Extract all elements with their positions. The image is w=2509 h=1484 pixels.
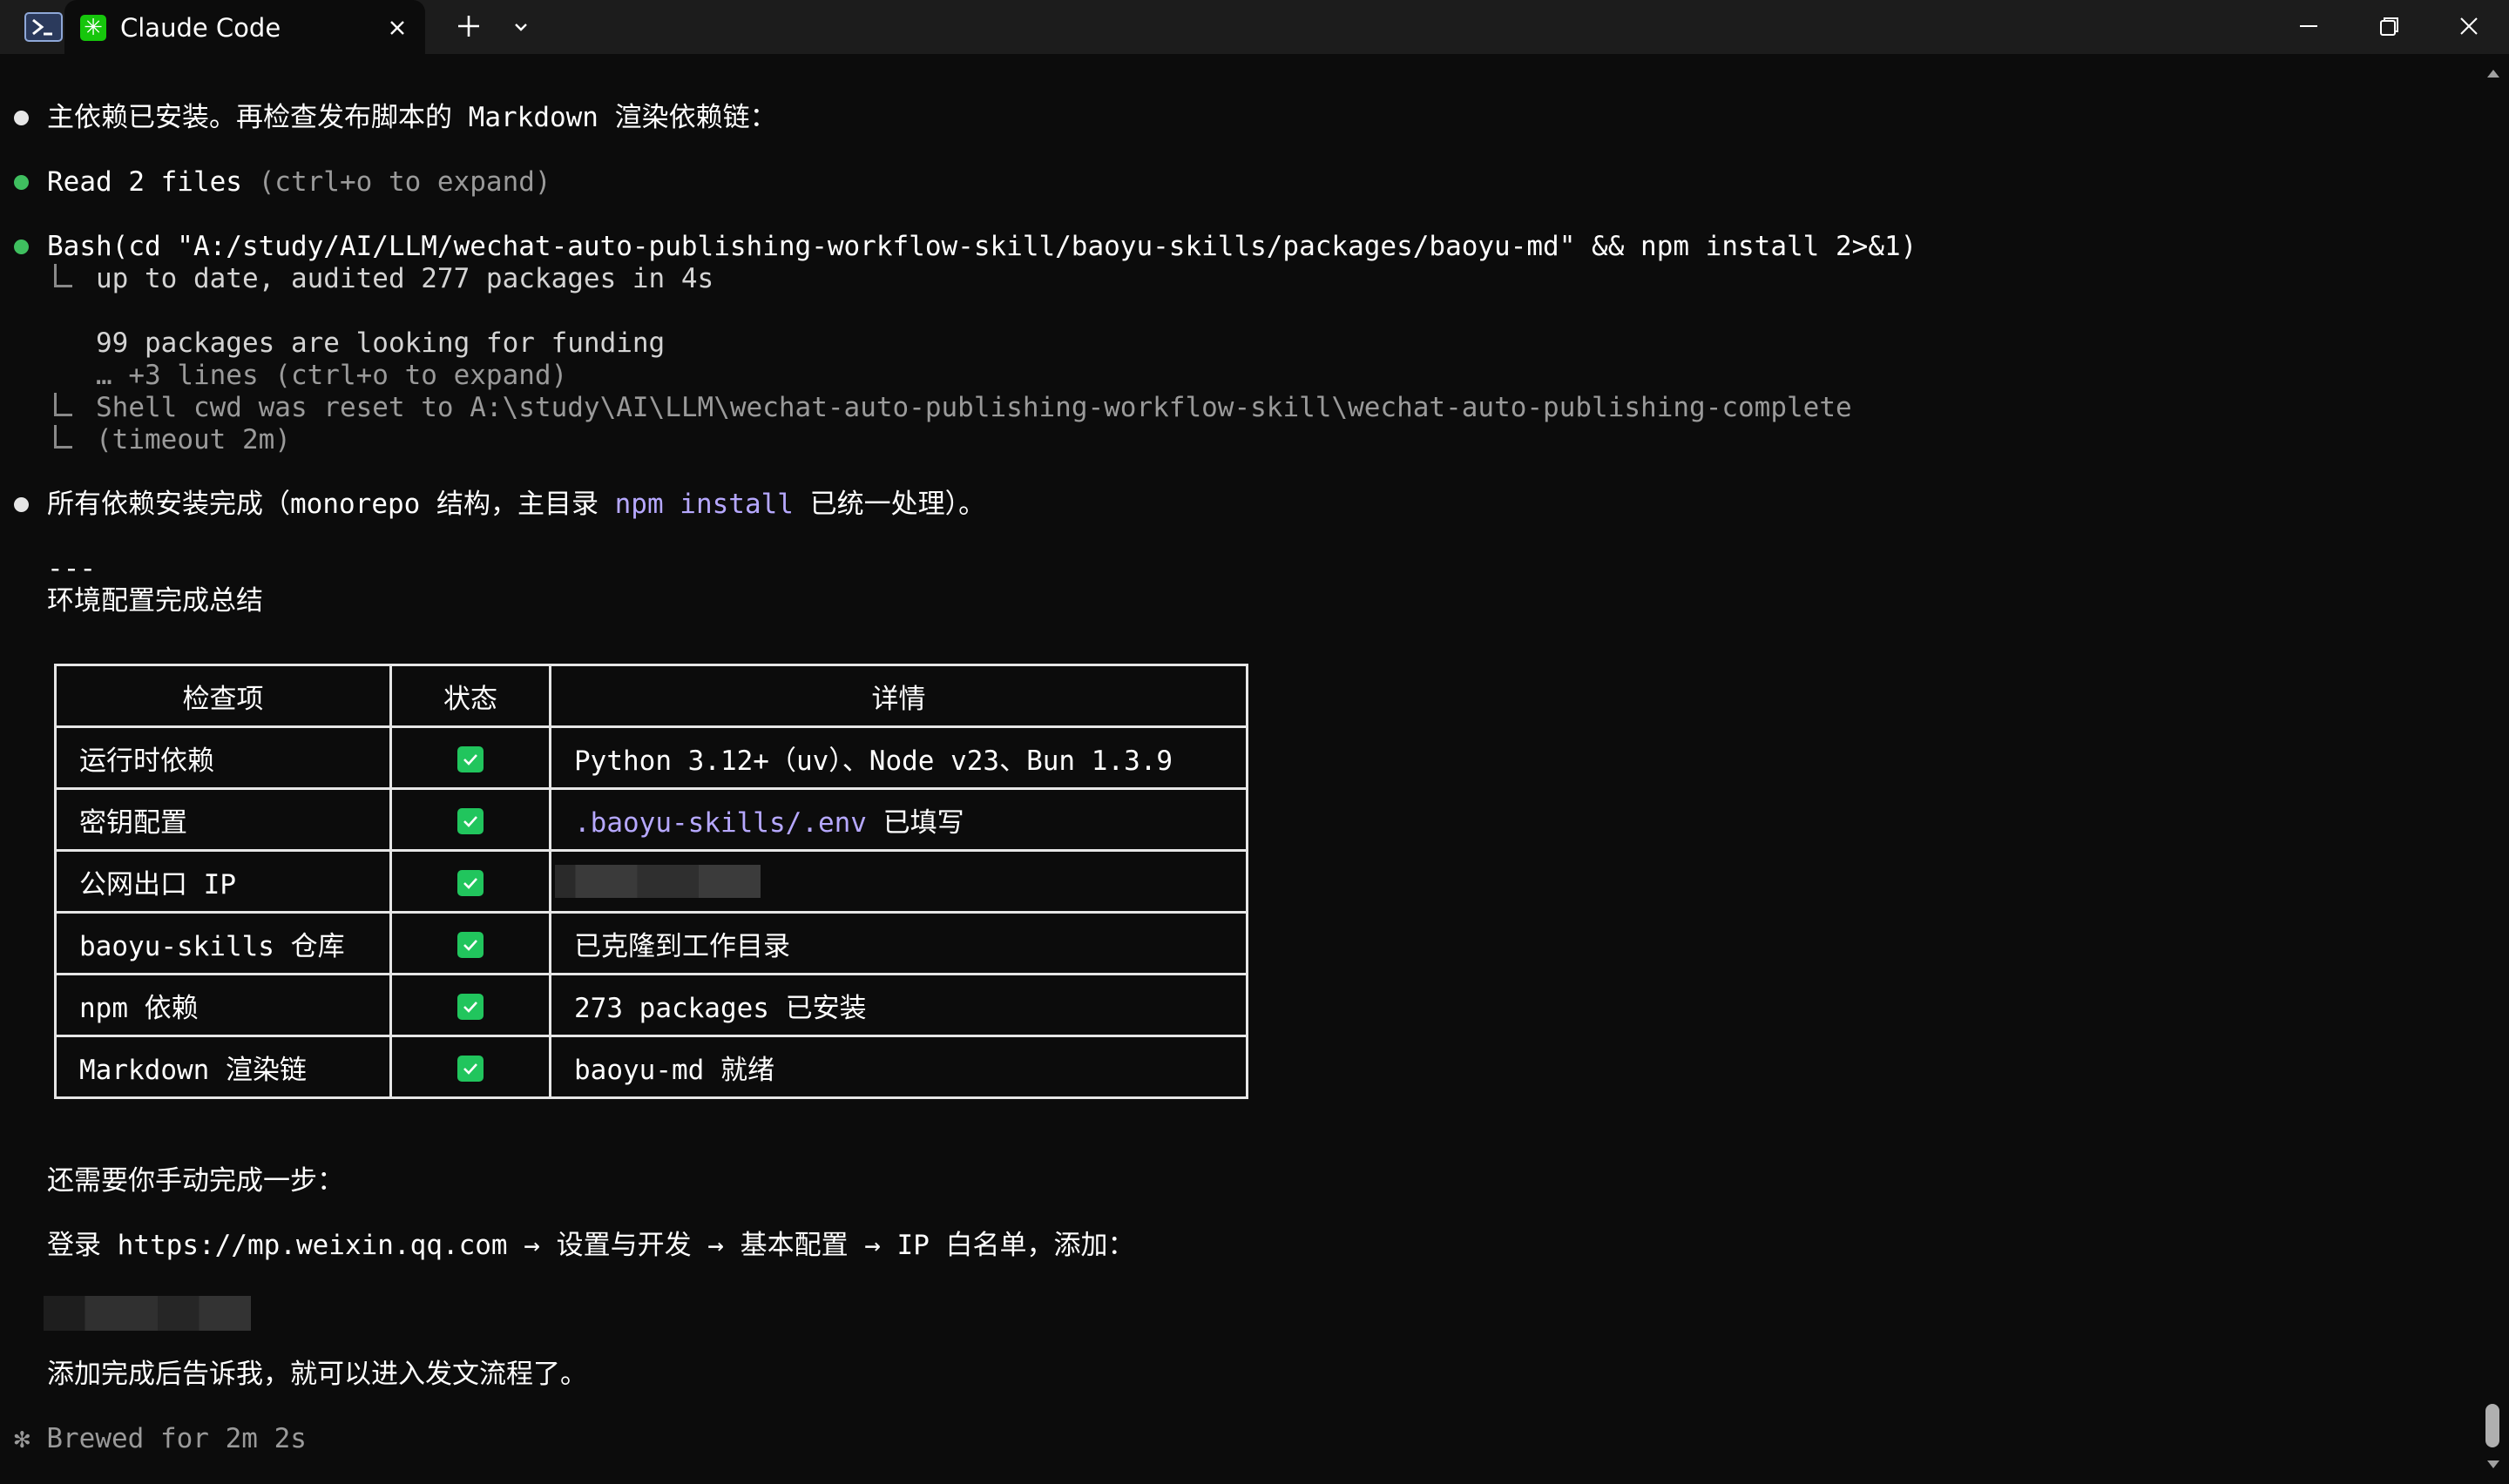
status-line: ✻ Brewed for 2m 2s xyxy=(14,1423,307,1454)
column-header: 详情 xyxy=(549,664,1248,728)
table-cell: .baoyu-skills/.env 已填写 xyxy=(549,787,1248,852)
table-row: baoyu-skills 仓库 已克隆到工作目录 xyxy=(54,911,1248,975)
minimize-button[interactable] xyxy=(2284,9,2333,44)
table-cell: Python 3.12+（uv）、Node v23、Bun 1.3.9 xyxy=(549,725,1248,790)
column-header: 检查项 xyxy=(54,664,392,728)
tab-title: Claude Code xyxy=(120,13,281,43)
message-text: 已统一处理）。 xyxy=(793,489,986,520)
bullet-icon xyxy=(14,175,29,190)
table-row: 密钥配置 .baoyu-skills/.env 已填写 xyxy=(54,787,1248,852)
check-icon xyxy=(457,745,484,772)
check-icon xyxy=(457,869,484,896)
tab-dropdown-button[interactable] xyxy=(504,12,538,42)
table-cell: 密钥配置 xyxy=(54,787,392,852)
bash-output: Shell cwd was reset to A:\study\AI\LLM\w… xyxy=(96,392,1852,423)
bullet-icon xyxy=(14,239,29,254)
scroll-down-icon[interactable] xyxy=(2483,1456,2504,1474)
horizontal-rule: --- xyxy=(47,553,96,584)
plus-icon xyxy=(458,16,479,37)
table-cell: 公网出口 IP xyxy=(54,849,392,914)
tree-connector xyxy=(54,393,72,416)
title-bar: ✳ Claude Code xyxy=(0,0,2509,54)
redacted-ip xyxy=(555,865,761,899)
cell-text: 已填写 xyxy=(866,806,964,839)
check-icon xyxy=(457,807,484,834)
close-icon xyxy=(2460,17,2478,35)
summary-table: 检查项 状态 详情 运行时依赖 Python 3.12+（uv）、Node v2… xyxy=(54,664,1248,1099)
column-header: 状态 xyxy=(389,664,551,728)
table-row: 运行时依赖 Python 3.12+（uv）、Node v23、Bun 1.3.… xyxy=(54,725,1248,790)
check-icon xyxy=(457,1055,484,1082)
check-icon xyxy=(457,993,484,1020)
inline-code: npm install xyxy=(614,489,794,520)
table-cell: 运行时依赖 xyxy=(54,725,392,790)
bullet-icon xyxy=(14,111,29,125)
tool-name: Bash xyxy=(47,231,112,262)
tool-name: Read 2 files xyxy=(47,166,242,198)
expand-hint: (ctrl+o to expand) xyxy=(241,166,551,198)
table-row: npm 依赖 273 packages 已安装 xyxy=(54,973,1248,1037)
tree-connector xyxy=(54,264,72,287)
close-window-button[interactable] xyxy=(2445,9,2493,44)
bash-output: 99 packages are looking for funding xyxy=(96,327,666,359)
close-icon[interactable] xyxy=(380,10,415,45)
powershell-icon[interactable] xyxy=(24,12,63,42)
scroll-up-icon[interactable] xyxy=(2483,64,2504,82)
redacted-ip xyxy=(44,1296,251,1331)
check-icon xyxy=(457,931,484,958)
maximize-icon xyxy=(2380,17,2398,36)
table-cell: 273 packages 已安装 xyxy=(549,973,1248,1037)
tool-read-line: Read 2 files (ctrl+o to expand) xyxy=(47,165,551,199)
tool-bash-line: Bash(cd "A:/study/AI/LLM/wechat-auto-pub… xyxy=(47,229,1917,264)
claude-code-icon: ✳ xyxy=(80,15,106,41)
table-header-row: 检查项 状态 详情 xyxy=(54,664,1248,728)
message-text: 所有依赖安装完成（monorepo 结构，主目录 xyxy=(47,489,615,520)
table-cell: baoyu-skills 仓库 xyxy=(54,911,392,975)
login-instructions: 登录 https://mp.weixin.qq.com → 设置与开发 → 基本… xyxy=(47,1230,1135,1261)
bash-output: up to date, audited 277 packages in 4s xyxy=(96,263,714,294)
tab-claude-code[interactable]: ✳ Claude Code xyxy=(64,0,425,54)
bullet-icon xyxy=(14,497,29,512)
manual-step-heading: 还需要你手动完成一步： xyxy=(47,1165,344,1197)
closing-message: 添加完成后告诉我，就可以进入发文流程了。 xyxy=(47,1359,587,1390)
inline-code: .baoyu-skills/.env xyxy=(574,806,867,839)
table-cell: npm 依赖 xyxy=(54,973,392,1037)
assistant-message: 主依赖已安装。再检查发布脚本的 Markdown 渲染依赖链： xyxy=(47,102,777,133)
table-row: Markdown 渲染链 baoyu-md 就绪 xyxy=(54,1035,1248,1099)
new-tab-button[interactable] xyxy=(451,9,486,44)
table-row: 公网出口 IP xyxy=(54,849,1248,914)
chevron-down-icon xyxy=(515,24,527,31)
bash-output: (timeout 2m) xyxy=(96,424,291,455)
table-cell xyxy=(549,849,1248,914)
table-cell: baoyu-md 就绪 xyxy=(549,1035,1248,1099)
scrollbar-thumb[interactable] xyxy=(2485,1404,2499,1447)
summary-title: 环境配置完成总结 xyxy=(47,585,263,617)
maximize-button[interactable] xyxy=(2364,9,2413,44)
assistant-message: 所有依赖安装完成（monorepo 结构，主目录 npm install 已统一… xyxy=(47,487,985,522)
table-cell: Markdown 渲染链 xyxy=(54,1035,392,1099)
table-cell: 已克隆到工作目录 xyxy=(549,911,1248,975)
bash-command: (cd "A:/study/AI/LLM/wechat-auto-publish… xyxy=(112,231,1917,262)
expand-hint: … +3 lines (ctrl+o to expand) xyxy=(96,360,568,391)
tree-connector xyxy=(54,425,72,449)
